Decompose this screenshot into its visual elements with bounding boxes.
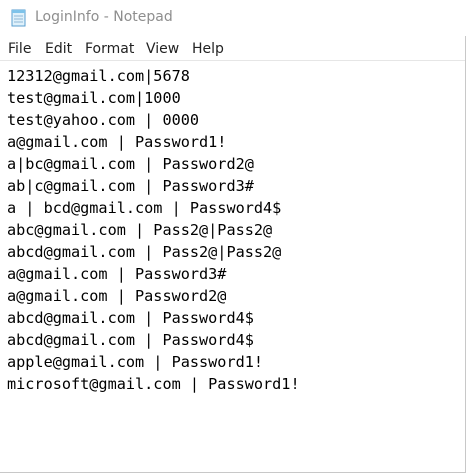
text-line: a@gmail.com | Password2@ <box>7 287 227 305</box>
notepad-icon <box>11 9 26 27</box>
text-line: microsoft@gmail.com | Password1! <box>7 375 300 393</box>
menu-file[interactable]: File <box>8 41 31 57</box>
menu-view[interactable]: View <box>146 41 179 57</box>
text-line: test@yahoo.com | 0000 <box>7 111 200 129</box>
text-line: apple@gmail.com | Password1! <box>7 353 264 371</box>
text-line: abcd@gmail.com | Password4$ <box>7 309 254 327</box>
notepad-window: LoginInfo - Notepad File Edit Format Vie… <box>0 0 466 473</box>
text-line: a@gmail.com | Password1! <box>7 133 227 151</box>
text-line: 12312@gmail.com|5678 <box>7 67 190 85</box>
text-line: test@gmail.com|1000 <box>7 89 181 107</box>
text-line: abc@gmail.com | Pass2@|Pass2@ <box>7 221 273 239</box>
window-title: LoginInfo - Notepad <box>35 9 173 25</box>
menu-edit[interactable]: Edit <box>45 41 72 57</box>
text-editor-area[interactable]: 12312@gmail.com|5678 test@gmail.com|1000… <box>0 60 465 472</box>
text-line: a|bc@gmail.com | Password2@ <box>7 155 254 173</box>
text-line: a@gmail.com | Password3# <box>7 265 227 283</box>
title-bar[interactable]: LoginInfo - Notepad <box>0 0 466 36</box>
text-line: abcd@gmail.com | Pass2@|Pass2@ <box>7 243 282 261</box>
text-line: a | bcd@gmail.com | Password4$ <box>7 199 282 217</box>
text-line: ab|c@gmail.com | Password3# <box>7 177 254 195</box>
menu-format[interactable]: Format <box>85 41 134 57</box>
text-line: abcd@gmail.com | Password4$ <box>7 331 254 349</box>
text-lines: 12312@gmail.com|5678 test@gmail.com|1000… <box>7 65 300 395</box>
menu-help[interactable]: Help <box>192 41 224 57</box>
menu-bar: File Edit Format View Help <box>0 38 466 60</box>
